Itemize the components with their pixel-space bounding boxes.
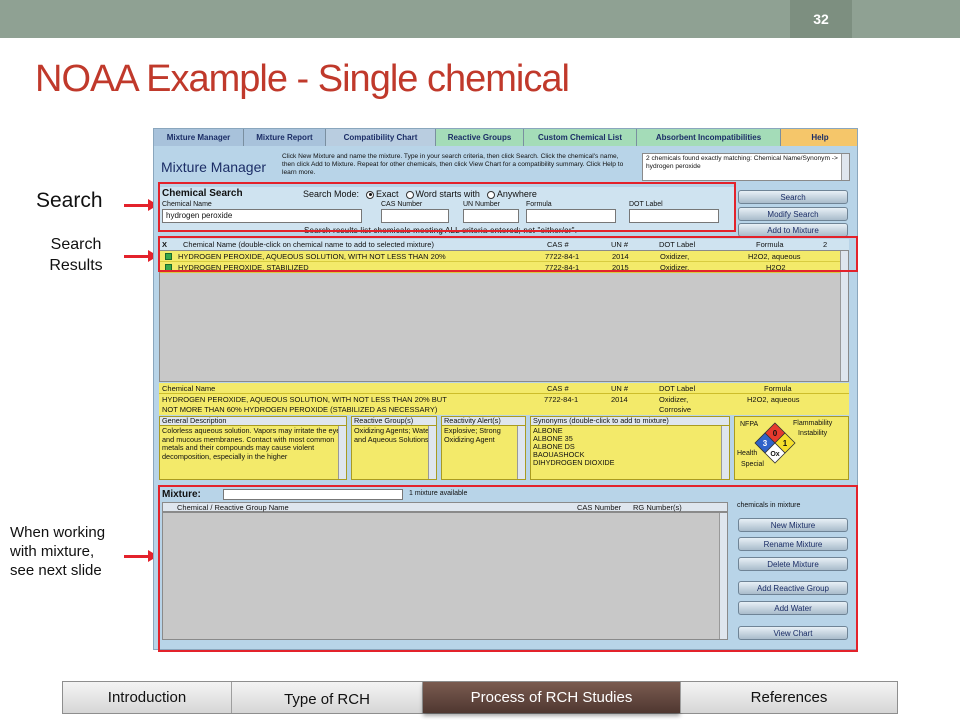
chemical-name-input[interactable]: hydrogen peroxide (162, 209, 362, 223)
mode-word-starts-with[interactable]: Word starts with (405, 189, 480, 199)
new-mixture-button[interactable]: New Mixture (738, 518, 848, 532)
add-reactive-group-button[interactable]: Add Reactive Group (738, 581, 848, 595)
mixture-label: Mixture: (162, 489, 201, 500)
results-count: 2 (823, 240, 828, 249)
slide-navigation: Introduction Type of RCH Process of RCH … (62, 681, 898, 714)
results-name-column: Chemical Name (double-click on chemical … (183, 240, 434, 249)
row-select-icon[interactable] (165, 253, 172, 260)
synonyms-scrollbar[interactable] (721, 426, 729, 479)
un-number-label: UN Number (463, 201, 500, 208)
nfpa-instability-value: 1 (783, 439, 788, 448)
chemical-name-label: Chemical Name (162, 201, 212, 208)
reactive-scrollbar[interactable] (428, 426, 436, 479)
delete-mixture-button[interactable]: Delete Mixture (738, 557, 848, 571)
un-number-input[interactable] (463, 209, 519, 223)
found-message: 2 chemicals found exactly matching: Chem… (642, 153, 850, 181)
cas-number-input[interactable] (381, 209, 449, 223)
results-x-column: X (162, 240, 168, 249)
results-dot-column: DOT Label (659, 240, 696, 249)
nfpa-special-value: Ox (770, 451, 779, 458)
add-to-mixture-button[interactable]: Add to Mixture (738, 223, 848, 237)
search-results-list: HYDROGEN PEROXIDE, AQUEOUS SOLUTION, WIT… (159, 250, 849, 382)
results-formula-column: Formula (756, 240, 784, 249)
dot-label-label: DOT Label (629, 201, 663, 208)
nfpa-health-value: 3 (763, 439, 768, 448)
cameo-chemicals-window: Mixture Manager Mixture Report Compatibi… (153, 128, 858, 650)
tab-help[interactable]: Help (781, 129, 857, 146)
mixture-select[interactable] (223, 489, 403, 500)
search-button[interactable]: Search (738, 190, 848, 204)
alert-scrollbar[interactable] (517, 426, 525, 479)
mode-exact[interactable]: Exact (366, 189, 399, 199)
radio-icon[interactable] (405, 190, 414, 199)
dot-label-input[interactable] (629, 209, 719, 223)
tab-bar: Mixture Manager Mixture Report Compatibi… (154, 129, 857, 146)
detail-info-row: General Description Colorless aqueous so… (159, 416, 849, 480)
chemical-search-heading: Chemical Search (162, 188, 243, 199)
nav-type-of-rch[interactable]: Type of RCH (232, 682, 423, 713)
table-row[interactable]: HYDROGEN PEROXIDE, AQUEOUS SOLUTION, WIT… (160, 251, 842, 262)
page-number: 32 (790, 0, 852, 38)
search-mode-group: Search Mode: Exact Word starts with Anyw… (303, 189, 537, 199)
tab-compatibility-chart[interactable]: Compatibility Chart (326, 129, 436, 146)
row-select-icon[interactable] (165, 264, 172, 271)
found-scrollbar[interactable] (841, 154, 849, 180)
rename-mixture-button[interactable]: Rename Mixture (738, 537, 848, 551)
results-cas-column: CAS # (547, 240, 569, 249)
label-mixture-note: When working with mixture, see next slid… (10, 524, 106, 579)
list-item[interactable]: DIHYDROGEN DIOXIDE (533, 459, 727, 467)
results-header: X Chemical Name (double-click on chemica… (159, 239, 849, 250)
tab-custom-chemical-list[interactable]: Custom Chemical List (524, 129, 637, 146)
nav-references[interactable]: References (680, 682, 897, 713)
reactivity-alerts-box: Reactivity Alert(s) Explosive; Strong Ox… (441, 416, 526, 480)
label-search: Search (36, 189, 103, 212)
add-water-button[interactable]: Add Water (738, 601, 848, 615)
tab-reactive-groups[interactable]: Reactive Groups (436, 129, 524, 146)
formula-input[interactable] (526, 209, 616, 223)
mixture-scrollbar[interactable] (719, 513, 727, 639)
mixture-manager-title: Mixture Manager (161, 159, 267, 175)
radio-icon[interactable] (486, 190, 495, 199)
detail-header: Chemical Name CAS # UN # DOT Label Formu… (159, 383, 849, 393)
instructions-text: Click New Mixture and name the mixture. … (282, 153, 624, 176)
mode-anywhere[interactable]: Anywhere (486, 189, 537, 199)
results-un-column: UN # (611, 240, 629, 249)
nav-introduction[interactable]: Introduction (63, 682, 232, 713)
radio-icon[interactable] (366, 190, 375, 199)
slide-title: NOAA Example - Single chemical (35, 58, 570, 100)
detail-values: HYDROGEN PEROXIDE, AQUEOUS SOLUTION, WIT… (159, 393, 849, 415)
cas-number-label: CAS Number (381, 201, 423, 208)
chemicals-in-mixture-label: chemicals in mixture (737, 502, 801, 509)
table-row[interactable]: HYDROGEN PEROXIDE, STABILIZED 7722-84-1 … (160, 262, 842, 273)
nfpa-panel: NFPA Flammability Instability Health Spe… (734, 416, 849, 480)
search-results-note: Search results list chemicals meeting AL… (304, 226, 578, 235)
mixture-list (162, 512, 728, 640)
tab-mixture-manager[interactable]: Mixture Manager (154, 129, 244, 146)
tab-absorbent-incompatibilities[interactable]: Absorbent Incompatibilities (637, 129, 781, 146)
arrow-search-icon (124, 199, 158, 211)
general-description-box: General Description Colorless aqueous so… (159, 416, 347, 480)
modify-search-button[interactable]: Modify Search (738, 207, 848, 221)
tab-mixture-report[interactable]: Mixture Report (244, 129, 326, 146)
label-search-results: Search Results (49, 236, 103, 274)
view-chart-button[interactable]: View Chart (738, 626, 848, 640)
arrow-mixture-icon (124, 550, 158, 562)
reactive-groups-box: Reactive Group(s) Oxidizing Agents; Wate… (351, 416, 437, 480)
formula-label: Formula (526, 201, 552, 208)
arrow-results-icon (124, 250, 158, 262)
mixture-count: 1 mixture available (409, 490, 468, 497)
mixture-table-header: Chemical / Reactive Group Name CAS Numbe… (162, 502, 728, 512)
synonyms-box: Synonyms (double-click to add to mixture… (530, 416, 730, 480)
nfpa-diamond-icon: 0 3 1 Ox (754, 422, 796, 464)
nfpa-flammability-value: 0 (773, 429, 778, 438)
results-scrollbar[interactable] (840, 251, 848, 381)
chemical-search-panel: Chemical Search Search Mode: Exact Word … (159, 187, 734, 231)
nav-process-of-rch-studies[interactable]: Process of RCH Studies (423, 682, 680, 713)
general-scrollbar[interactable] (338, 426, 346, 479)
